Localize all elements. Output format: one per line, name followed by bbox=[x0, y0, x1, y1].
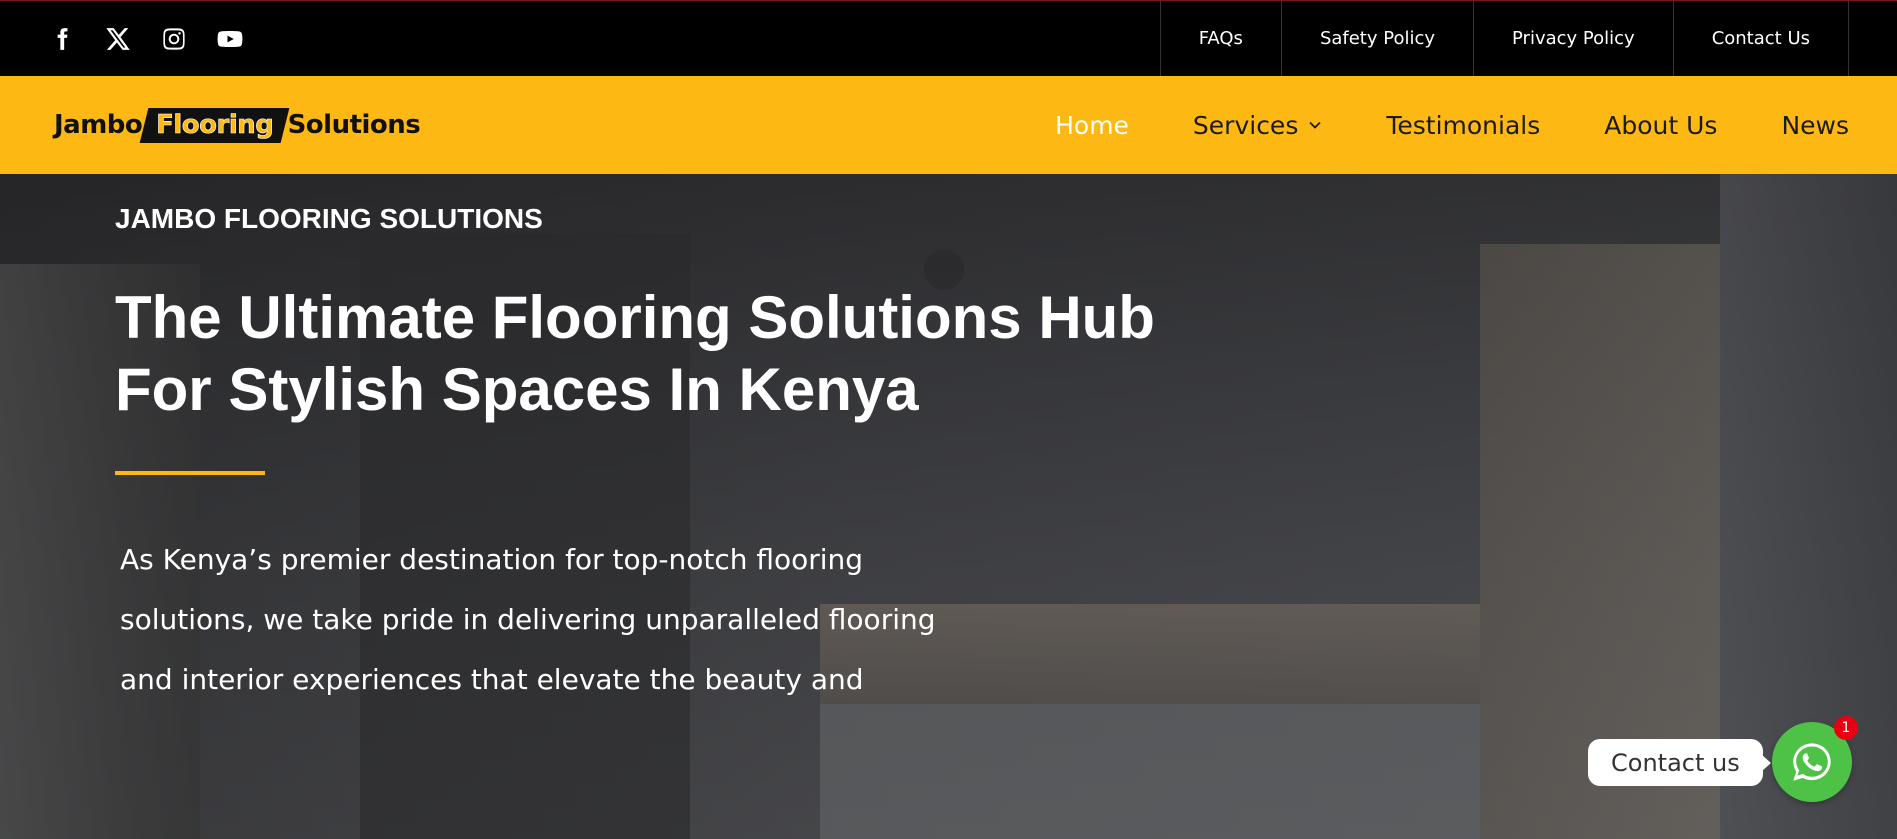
faqs-link[interactable]: FAQs bbox=[1159, 1, 1281, 76]
youtube-icon[interactable] bbox=[216, 25, 244, 53]
site-logo[interactable]: Jambo Flooring Solutions bbox=[54, 107, 421, 143]
contact-us-link[interactable]: Contact Us bbox=[1672, 1, 1849, 76]
top-bar: FAQs Safety Policy Privacy Policy Contac… bbox=[0, 0, 1897, 76]
logo-text-right: Solutions bbox=[287, 110, 421, 140]
x-twitter-icon[interactable] bbox=[104, 25, 132, 53]
privacy-policy-link[interactable]: Privacy Policy bbox=[1473, 1, 1673, 76]
hero-headline: The Ultimate Flooring Solutions Hub For … bbox=[115, 282, 1215, 426]
instagram-icon[interactable] bbox=[160, 25, 188, 53]
nav-item-home[interactable]: Home bbox=[1055, 111, 1129, 140]
utility-nav: FAQs Safety Policy Privacy Policy Contac… bbox=[1159, 1, 1849, 76]
chevron-down-icon bbox=[1309, 121, 1321, 129]
hero-headline-line1: The Ultimate Flooring Solutions Hub bbox=[115, 284, 1155, 351]
facebook-icon[interactable] bbox=[48, 25, 76, 53]
hero-lead-line2: solutions, we take pride in delivering u… bbox=[120, 603, 936, 636]
whatsapp-contact-label[interactable]: Contact us bbox=[1588, 739, 1771, 786]
logo-badge: Flooring bbox=[139, 107, 290, 143]
hero-lead-line1: As Kenya’s premier destination for top-n… bbox=[120, 543, 864, 576]
hero-lead: As Kenya’s premier destination for top-n… bbox=[120, 530, 1020, 710]
hero-lead-line3: and interior experiences that elevate th… bbox=[120, 663, 864, 696]
nav-item-services-label: Services bbox=[1192, 110, 1299, 140]
logo-text-badge: Flooring bbox=[156, 109, 274, 140]
safety-policy-link[interactable]: Safety Policy bbox=[1280, 1, 1473, 76]
hero-headline-line2: For Stylish Spaces In Kenya bbox=[115, 356, 919, 423]
nav-item-testimonials[interactable]: Testimonials bbox=[1386, 111, 1540, 140]
nav-item-services[interactable]: Services bbox=[1193, 111, 1322, 140]
primary-nav: Home Services Testimonials About Us News bbox=[1055, 76, 1849, 174]
hero-divider bbox=[115, 471, 265, 475]
hero-eyebrow: JAMBO FLOORING SOLUTIONS bbox=[115, 203, 543, 234]
whatsapp-icon bbox=[1793, 743, 1831, 781]
main-nav-bar: Jambo Flooring Solutions Home Services T… bbox=[0, 76, 1897, 174]
nav-item-news[interactable]: News bbox=[1781, 111, 1849, 140]
logo-text-left: Jambo bbox=[54, 110, 143, 140]
hero-bg-counter bbox=[820, 704, 1480, 839]
notification-badge: 1 bbox=[1834, 716, 1858, 740]
social-links bbox=[48, 25, 244, 53]
nav-item-about-us[interactable]: About Us bbox=[1604, 111, 1717, 140]
